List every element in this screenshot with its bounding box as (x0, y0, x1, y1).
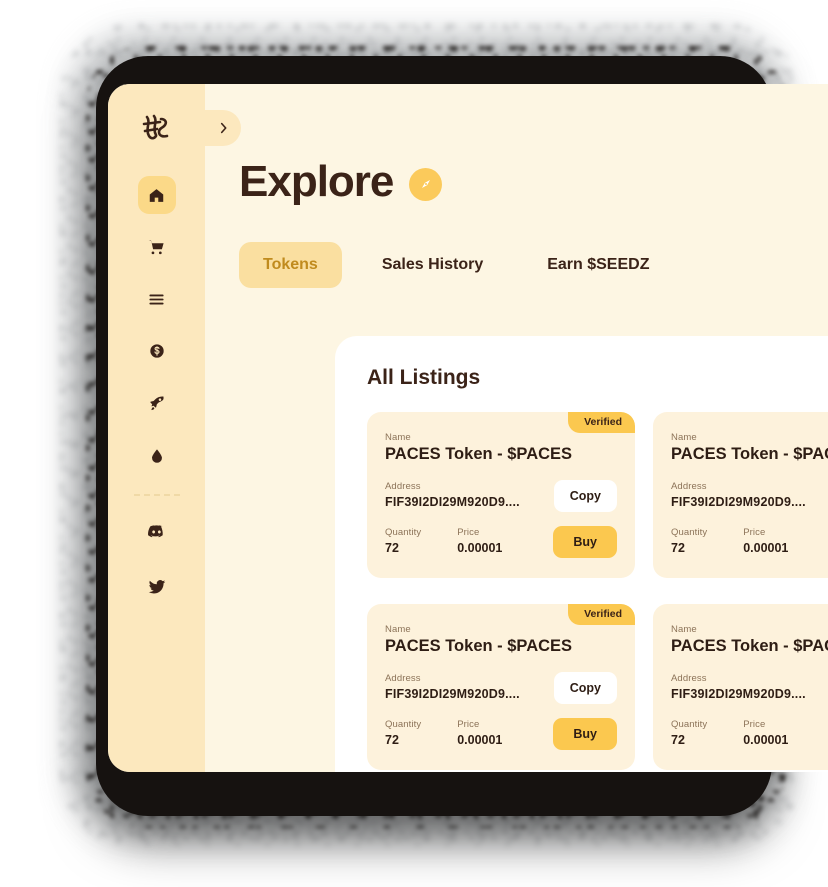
sidebar-item-drops[interactable] (138, 436, 176, 474)
address-label: Address (385, 673, 421, 684)
address-label: Address (385, 481, 421, 492)
price-stat: Price 0.00001 (457, 527, 502, 555)
status-badge: Verified (568, 412, 635, 433)
sidebar-item-earn[interactable] (138, 332, 176, 370)
quantity-label: Quantity (671, 719, 708, 730)
token-name: PACES Token - $PACES (385, 445, 573, 463)
price-stat: Price 0.00001 (743, 719, 788, 747)
address-label: Address (671, 481, 707, 492)
sidebar-nav (108, 176, 205, 476)
address-value: FIF39I2DI29M920D9.... (385, 687, 520, 701)
copy-button[interactable]: Copy (553, 480, 617, 512)
price-value: 0.00001 (457, 541, 503, 555)
quantity-stat: Quantity 72 (385, 527, 421, 555)
rocket-icon (148, 395, 165, 412)
sidebar-item-home[interactable] (137, 176, 176, 214)
name-label: Name (385, 624, 411, 635)
chevron-right-icon (218, 121, 229, 135)
address-block: Address FIF39I2DI29M920D9.... (385, 673, 520, 701)
token-card[interactable]: VerifiedNamePACES Token - $PACESAddressF… (653, 412, 828, 578)
page-title-row: Explore (239, 160, 828, 204)
quantity-stat: Quantity 72 (671, 527, 707, 555)
quantity-label: Quantity (385, 527, 422, 538)
coin-icon (149, 343, 165, 359)
address-value: FIF39I2DI29M920D9.... (671, 495, 806, 509)
address-block: Address FIF39I2DI29M920D9.... (671, 481, 806, 509)
app-window: Explore Tokens Sales History Earn $SEEDZ… (108, 84, 828, 772)
price-stat: Price 0.00001 (743, 527, 788, 555)
quantity-value: 72 (385, 733, 399, 747)
sidebar-item-discord[interactable] (138, 512, 176, 550)
tab-tokens[interactable]: Tokens (239, 242, 342, 288)
buy-button[interactable]: Buy (553, 718, 617, 750)
main-content: Explore Tokens Sales History Earn $SEEDZ… (205, 84, 828, 772)
tab-earn-seedz[interactable]: Earn $SEEDZ (523, 242, 673, 288)
page-header: Explore (205, 84, 828, 204)
sidebar-divider (133, 494, 180, 496)
stats-row: Quantity72Price0.00001Buy (671, 526, 828, 555)
sidebar (108, 84, 205, 772)
droplet-icon (150, 447, 164, 464)
tab-bar: Tokens Sales History Earn $SEEDZ (239, 242, 828, 288)
listings-title: All Listings (367, 366, 481, 389)
hectic-monogram-logo[interactable] (135, 108, 179, 148)
price-value: 0.00001 (743, 733, 789, 747)
quantity-stat: Quantity 72 (385, 719, 421, 747)
home-icon (148, 187, 165, 204)
name-label: Name (385, 432, 411, 443)
address-value: FIF39I2DI29M920D9.... (385, 495, 520, 509)
price-label: Price (743, 719, 766, 730)
quantity-label: Quantity (671, 527, 708, 538)
address-row: AddressFIF39I2DI29M920D9....Copy (671, 480, 828, 509)
list-icon (148, 291, 165, 308)
sidebar-collapse-button[interactable] (205, 110, 241, 146)
buy-button[interactable]: Buy (553, 526, 617, 558)
address-block: Address FIF39I2DI29M920D9.... (671, 673, 806, 701)
status-badge: Verified (568, 604, 635, 625)
price-label: Price (457, 719, 480, 730)
quantity-stat: Quantity 72 (671, 719, 707, 747)
quantity-value: 72 (671, 733, 685, 747)
twitter-icon (148, 578, 166, 596)
address-value: FIF39I2DI29M920D9.... (671, 687, 806, 701)
price-value: 0.00001 (457, 733, 503, 747)
stats-row: Quantity 72 Price 0.00001 Buy (385, 718, 617, 750)
address-row: AddressFIF39I2DI29M920D9....Copy (671, 672, 828, 701)
quantity-value: 72 (385, 541, 399, 555)
copy-button[interactable]: Copy (553, 672, 617, 704)
name-label: Name (671, 624, 697, 635)
address-block: Address FIF39I2DI29M920D9.... (385, 481, 520, 509)
discord-icon (147, 522, 166, 541)
page-title: Explore (239, 157, 394, 206)
stats-row: Quantity72Price0.00001Buy (671, 718, 828, 747)
address-row: Address FIF39I2DI29M920D9.... Copy (385, 672, 617, 704)
token-card[interactable]: VerifiedNamePACES Token - $PACESAddressF… (653, 604, 828, 770)
price-label: Price (743, 527, 766, 538)
sidebar-item-listings[interactable] (138, 280, 176, 318)
stats-row: Quantity 72 Price 0.00001 Buy (385, 526, 617, 558)
price-value: 0.00001 (743, 541, 789, 555)
token-name: PACES Token - $PACES (385, 637, 573, 655)
name-label: Name (671, 432, 697, 443)
quantity-value: 72 (671, 541, 685, 555)
address-row: Address FIF39I2DI29M920D9.... Copy (385, 480, 617, 512)
sidebar-item-twitter[interactable] (138, 568, 176, 606)
token-name: PACES Token - $PACES (671, 637, 828, 655)
quantity-label: Quantity (385, 719, 422, 730)
sidebar-item-cart[interactable] (138, 228, 176, 266)
address-label: Address (671, 673, 707, 684)
token-card[interactable]: Verified Name PACES Token - $PACES Address F… (367, 412, 635, 578)
listings-grid: Verified Name PACES Token - $PACES Address F… (367, 412, 828, 770)
token-card[interactable]: Verified Name PACES Token - $PACES Address F… (367, 604, 635, 770)
listings-panel: All Listings Verified Name PACES Token - $… (335, 336, 828, 772)
compass-icon (409, 167, 443, 201)
tab-sales-history[interactable]: Sales History (358, 242, 507, 288)
cart-icon (148, 239, 165, 256)
price-label: Price (457, 527, 480, 538)
price-stat: Price 0.00001 (457, 719, 502, 747)
token-name: PACES Token - $PACES (671, 445, 828, 463)
sidebar-item-launch[interactable] (138, 384, 176, 422)
